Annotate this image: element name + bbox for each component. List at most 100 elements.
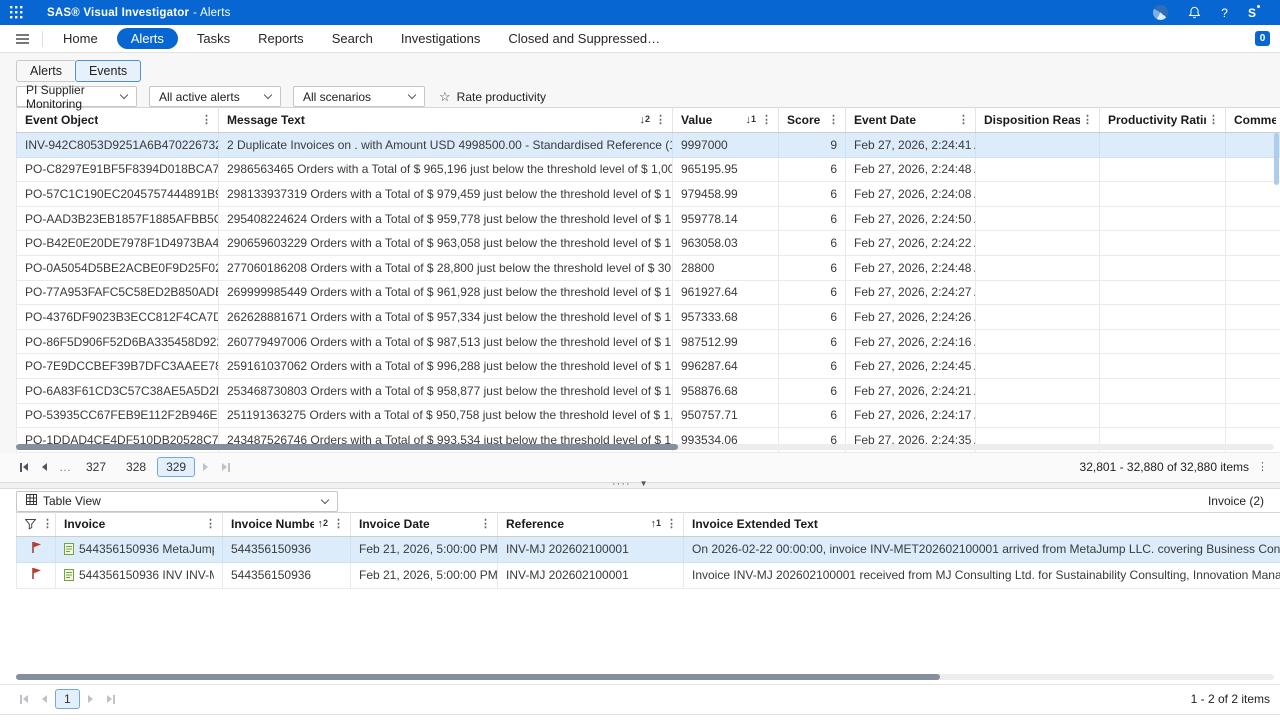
column-menu-icon[interactable]: ⋮ xyxy=(478,519,493,530)
column-header-comme[interactable]: Comme xyxy=(1226,108,1280,133)
nav-item-reports[interactable]: Reports xyxy=(249,28,313,49)
invoice-doc-icon xyxy=(64,543,74,555)
flag-icon[interactable] xyxy=(31,541,42,554)
nav-item-investigations[interactable]: Investigations xyxy=(392,28,490,49)
invoice-link[interactable]: 544356150936 MetaJump LL... xyxy=(79,542,214,556)
column-header-invoice-number[interactable]: Invoice Number↑2⋮ xyxy=(223,512,351,536)
nav-item-alerts[interactable]: Alerts xyxy=(117,28,178,49)
scrollbar-thumb[interactable] xyxy=(16,444,678,450)
connection-status-icon[interactable] xyxy=(1153,5,1168,20)
nav-item-closed-and-suppressed[interactable]: Closed and Suppressed… xyxy=(499,28,669,49)
column-menu-icon[interactable]: ⋮ xyxy=(1206,115,1221,126)
events-first-page-button[interactable] xyxy=(14,463,34,472)
event-row[interactable]: PO-0A5054D5BE2ACBE0F9D25F02DB27706018620… xyxy=(17,255,1280,280)
column-menu-icon[interactable]: ⋮ xyxy=(203,519,218,530)
events-page-328[interactable]: 328 xyxy=(117,457,155,477)
column-menu-icon[interactable]: ⋮ xyxy=(956,115,971,126)
invoice-row[interactable]: 544356150936 INV INV-MJ 2...544356150936… xyxy=(17,562,1280,588)
column-header-event-object[interactable]: Event Object⋮ xyxy=(17,108,219,133)
cell-disposition xyxy=(976,329,1100,354)
event-row[interactable]: PO-77A953FAFC5C58ED2B850ADE3526999998544… xyxy=(17,280,1280,305)
invoice-next-page-button xyxy=(82,695,99,703)
nav-item-search[interactable]: Search xyxy=(323,28,382,49)
column-header-message-text[interactable]: Message Text↓2⋮ xyxy=(219,108,673,133)
tray-count-badge[interactable]: 0 xyxy=(1255,31,1270,46)
table-view-dropdown[interactable]: Table View xyxy=(16,491,338,512)
column-header-invoice[interactable]: Invoice⋮ xyxy=(56,512,223,536)
column-menu-icon[interactable]: ⋮ xyxy=(40,519,55,530)
cell-comments xyxy=(1226,206,1280,231)
event-row[interactable]: PO-7E9DCCBEF39B7DFC3AAEE785FB25916103706… xyxy=(17,354,1280,379)
event-row[interactable]: PO-57C1C190EC2045757444891B9A29813393731… xyxy=(17,182,1280,207)
scenario-filter-dropdown[interactable]: All scenarios xyxy=(293,86,425,107)
event-row[interactable]: PO-53935CC67FEB9E112F2B946E6225119136327… xyxy=(17,403,1280,428)
column-menu-icon[interactable]: ⋮ xyxy=(199,115,214,126)
column-header-invoice-date[interactable]: Invoice Date⋮ xyxy=(351,512,498,536)
event-row[interactable]: INV-942C8053D9251A6B470226732D2 Duplicat… xyxy=(17,133,1280,158)
scrollbar-thumb[interactable] xyxy=(16,674,940,680)
events-vertical-scrollbar[interactable] xyxy=(1274,133,1279,185)
rate-productivity-button[interactable]: ☆ Rate productivity xyxy=(439,90,546,104)
panel-splitter[interactable]: ···· ▼ xyxy=(0,482,1280,489)
column-menu-icon[interactable]: ⋮ xyxy=(1080,115,1095,126)
cell-value: 28800 xyxy=(673,255,779,280)
column-menu-icon[interactable]: ⋮ xyxy=(331,519,346,530)
column-menu-icon[interactable]: ⋮ xyxy=(759,115,774,126)
nav-item-tasks[interactable]: Tasks xyxy=(188,28,239,49)
cell-message: 251191363275 Orders with a Total of $ 95… xyxy=(219,403,673,428)
view-dropdown[interactable]: PI Supplier Monitoring xyxy=(16,86,137,107)
invoice-row[interactable]: 544356150936 MetaJump LL...544356150936F… xyxy=(17,536,1280,562)
cell-disposition xyxy=(976,133,1100,158)
cell-date: Feb 21, 2026, 5:00:00 PM xyxy=(351,562,498,588)
cell-object: PO-57C1C190EC2045757444891B9A xyxy=(17,182,219,207)
cell-extended: Invoice INV-MJ 202602100001 received fro… xyxy=(684,562,1280,588)
column-header-invoice-extended-text[interactable]: Invoice Extended Text xyxy=(684,512,1280,536)
filter-bar: PI Supplier Monitoring All active alerts… xyxy=(16,86,1280,107)
cell-rating xyxy=(1100,255,1226,280)
invoice-link[interactable]: 544356150936 INV INV-MJ 2... xyxy=(79,568,214,582)
column-menu-icon[interactable]: ⋮ xyxy=(664,519,679,530)
events-prev-page-button[interactable] xyxy=(36,463,53,471)
events-page-327[interactable]: 327 xyxy=(77,457,115,477)
help-icon[interactable]: ? xyxy=(1221,6,1228,20)
invoice-horizontal-scrollbar[interactable] xyxy=(16,674,1274,680)
column-menu-icon[interactable]: ⋮ xyxy=(826,115,841,126)
column-header-score[interactable]: Score⋮ xyxy=(779,108,846,133)
event-row[interactable]: PO-4376DF9023B3ECC812F4CA7D5326262888167… xyxy=(17,305,1280,330)
alert-filter-dropdown[interactable]: All active alerts xyxy=(149,86,281,107)
cell-score: 6 xyxy=(779,305,846,330)
nav-item-home[interactable]: Home xyxy=(54,28,107,49)
notifications-icon[interactable] xyxy=(1188,6,1201,19)
event-row[interactable]: PO-C8297E91BF5F8394D018BCA7552986563465 … xyxy=(17,157,1280,182)
column-header-event-date[interactable]: Event Date⋮ xyxy=(846,108,976,133)
invoice-tools-column[interactable]: ⋮ xyxy=(17,512,56,536)
cell-value: 957333.68 xyxy=(673,305,779,330)
events-horizontal-scrollbar[interactable] xyxy=(16,444,1274,450)
event-row[interactable]: PO-6A83F61CD3C57C38AE5A5D2B4F25346873080… xyxy=(17,378,1280,403)
cell-disposition xyxy=(976,305,1100,330)
filter-icon[interactable] xyxy=(25,519,36,530)
event-row[interactable]: PO-86F5D906F52D6BA335458D922126077949700… xyxy=(17,329,1280,354)
column-header-disposition-reason[interactable]: Disposition Reason⋮ xyxy=(976,108,1100,133)
primary-nav: Home Alerts Tasks Reports Search Investigatio… xyxy=(0,25,1280,53)
menu-icon[interactable] xyxy=(10,33,36,45)
events-page-329[interactable]: 329 xyxy=(157,457,195,477)
cell-disposition xyxy=(976,182,1100,207)
column-label: Reference xyxy=(506,517,564,531)
flag-icon[interactable] xyxy=(31,567,42,580)
event-row[interactable]: PO-AAD3B23EB1857F1885AFBB5C8229540822462… xyxy=(17,206,1280,231)
column-header-productivity-rating[interactable]: Productivity Rating⋮ xyxy=(1100,108,1226,133)
column-header-reference[interactable]: Reference↑1⋮ xyxy=(498,512,684,536)
column-header-value[interactable]: Value↓1⋮ xyxy=(673,108,779,133)
subtab-alerts[interactable]: Alerts xyxy=(16,60,75,82)
cell-value: 961927.64 xyxy=(673,280,779,305)
subtab-events[interactable]: Events xyxy=(75,60,141,82)
user-avatar[interactable]: S xyxy=(1248,6,1260,20)
event-row[interactable]: PO-B42E0E20DE7978F1D4973BA42D29065960322… xyxy=(17,231,1280,256)
column-menu-icon[interactable]: ⋮ xyxy=(653,115,668,126)
cell-message: 253468730803 Orders with a Total of $ 95… xyxy=(219,378,673,403)
pagination-menu-icon[interactable]: ⋮ xyxy=(1255,462,1270,473)
cell-score: 9 xyxy=(779,133,846,158)
invoice-page-1[interactable]: 1 xyxy=(55,689,80,709)
app-switcher-icon[interactable] xyxy=(10,6,23,19)
